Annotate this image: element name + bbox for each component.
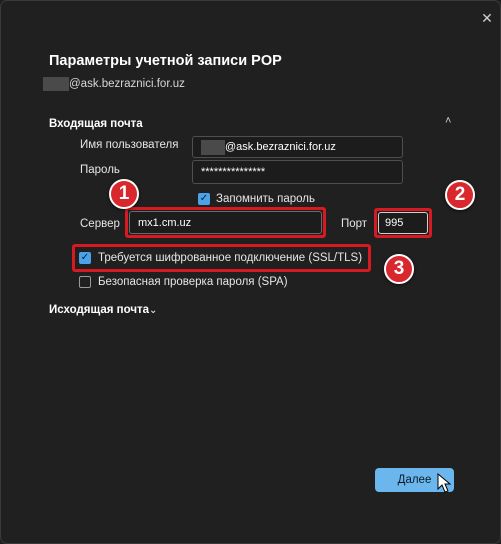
incoming-mail-header[interactable]: Входящая почта — [49, 118, 143, 130]
account-email: @ask.bezraznici.for.uz — [43, 76, 185, 92]
spa-checkbox[interactable] — [79, 276, 91, 288]
remember-password-label: Запомнить пароль — [216, 193, 315, 205]
username-field[interactable]: @ask.bezraznici.for.uz — [192, 136, 403, 158]
outgoing-mail-header[interactable]: Исходящая почта⌄ — [49, 304, 157, 316]
annotation-badge-2: 2 — [445, 180, 475, 210]
spa-label: Безопасная проверка пароля (SPA) — [98, 276, 288, 288]
redacted-block — [43, 77, 69, 91]
username-suffix: @ask.bezraznici.for.uz — [225, 141, 336, 153]
close-icon[interactable]: ✕ — [480, 11, 494, 25]
remember-password-checkbox[interactable]: ✓ — [198, 193, 210, 205]
password-label: Пароль — [80, 164, 120, 176]
cursor-icon — [437, 473, 452, 493]
dialog-title: Параметры учетной записи POP — [49, 53, 282, 69]
annotation-badge-1: 1 — [109, 179, 139, 209]
next-button-label: Далее — [397, 474, 432, 486]
password-value: *************** — [201, 166, 266, 178]
ssl-label: Требуется шифрованное подключение (SSL/T… — [98, 252, 363, 264]
password-field[interactable]: *************** — [192, 160, 403, 184]
ssl-checkbox[interactable]: ✓ — [79, 252, 91, 264]
chevron-up-icon[interactable]: ˄ — [445, 115, 451, 127]
server-label: Сервер — [80, 218, 120, 230]
account-email-suffix: @ask.bezraznici.for.uz — [69, 78, 185, 90]
annotation-badge-3: 3 — [384, 254, 414, 284]
outgoing-mail-label: Исходящая почта — [49, 304, 150, 316]
dialog-window: ✕ Параметры учетной записи POP @ask.bezr… — [0, 0, 501, 544]
chevron-down-icon: ⌄ — [149, 305, 158, 316]
server-highlight — [125, 207, 326, 238]
username-label: Имя пользователя — [80, 139, 179, 151]
port-label: Порт — [341, 218, 368, 230]
redacted-block — [201, 139, 225, 155]
port-highlight — [374, 208, 432, 238]
